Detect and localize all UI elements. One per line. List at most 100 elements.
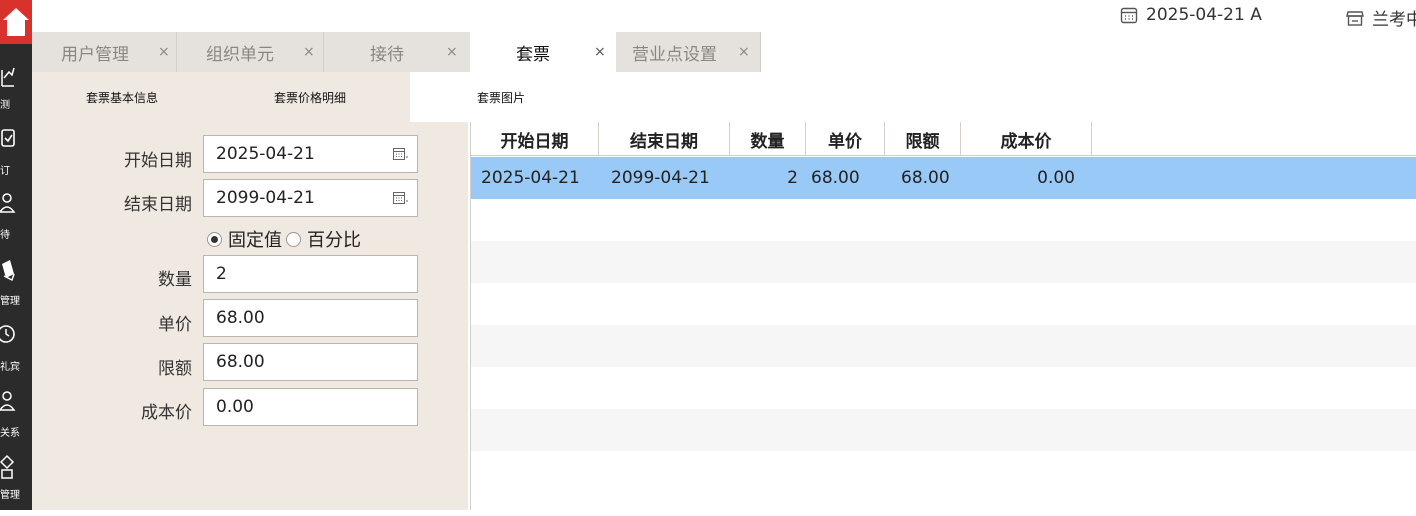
tab-label: 用户管理 (61, 44, 129, 65)
top-bar: 2025-04-21 A 兰考中 (32, 0, 1416, 32)
start-date-field[interactable]: 2025-04-21 (203, 135, 418, 173)
cell-quantity: 2 (787, 168, 798, 188)
column-header[interactable]: 结束日期 (599, 122, 730, 156)
quantity-value: 2 (216, 264, 227, 284)
end-date-label: 结束日期 (124, 195, 192, 215)
sidebar-item-clipboard[interactable]: 订 (0, 124, 32, 188)
left-sidebar: 测 订 待 管理 礼宾 关系 管理 (0, 0, 32, 510)
unit-price-value: 68.00 (216, 308, 265, 328)
limit-type-radio-group: 固定值 百分比 (207, 226, 361, 252)
home-icon (3, 8, 29, 36)
person-icon (0, 193, 16, 213)
close-icon[interactable]: × (594, 44, 606, 60)
business-date-text: 2025-04-21 A (1146, 5, 1262, 25)
cell-end-date: 2099-04-21 (611, 168, 710, 188)
empty-row (471, 451, 1416, 493)
calendar-icon[interactable] (393, 191, 409, 205)
empty-row (471, 199, 1416, 241)
subtab-images[interactable]: 套票图片 (477, 72, 525, 122)
sidebar-item-manage[interactable]: 管理 (0, 452, 32, 516)
subtab-price-detail[interactable]: 套票价格明细 (274, 72, 346, 122)
column-header[interactable]: 单价 (806, 122, 885, 156)
tab-strip-empty (761, 32, 1416, 72)
cell-cost-price: 0.00 (1037, 168, 1075, 188)
chart-icon (1, 67, 15, 87)
diamond-icon (0, 454, 15, 479)
tab-label: 营业点设置 (632, 44, 717, 65)
sidebar-item-label: 待 (0, 230, 10, 241)
limit-label: 限额 (158, 359, 192, 379)
column-header[interactable]: 数量 (730, 122, 806, 156)
calendar-icon (1120, 7, 1138, 24)
sidebar-item-label: 礼宾 (0, 362, 20, 373)
tab-user-management[interactable]: 用户管理 × (32, 32, 176, 72)
unit-price-field[interactable]: 68.00 (203, 299, 418, 337)
start-date-label: 开始日期 (124, 151, 192, 171)
tab-org-unit[interactable]: 组织单元 × (177, 32, 323, 72)
cost-price-label: 成本价 (141, 403, 192, 423)
store-name: 兰考中 (1372, 10, 1416, 30)
close-icon[interactable]: × (158, 44, 170, 60)
cost-price-field[interactable]: 0.00 (203, 388, 418, 426)
radio-percent[interactable] (286, 231, 301, 247)
column-header[interactable]: 成本价 (961, 122, 1092, 156)
end-date-field[interactable]: 2099-04-21 (203, 179, 418, 217)
limit-field[interactable]: 68.00 (203, 343, 418, 381)
tab-label: 接待 (370, 44, 404, 65)
quantity-label: 数量 (158, 270, 192, 290)
empty-row (471, 325, 1416, 367)
end-date-value: 2099-04-21 (216, 188, 315, 208)
calendar-icon[interactable] (393, 147, 409, 161)
tab-reception[interactable]: 接待 × (324, 32, 470, 72)
sidebar-item-label: 测 (0, 100, 10, 111)
price-detail-table: 开始日期 结束日期 数量 单价 限额 成本价 2025-04-21 2099-0… (470, 122, 1416, 510)
sidebar-item-label: 订 (0, 166, 10, 177)
home-button[interactable] (0, 0, 32, 44)
tab-outlet-settings[interactable]: 营业点设置 × (616, 32, 760, 72)
column-header[interactable]: 开始日期 (471, 122, 599, 156)
subtab-basic-info[interactable]: 套票基本信息 (86, 72, 158, 122)
clipboard-icon (1, 129, 15, 147)
clock-icon (0, 325, 15, 343)
sidebar-item-chart[interactable]: 测 (0, 60, 32, 124)
table-header: 开始日期 结束日期 数量 单价 限额 成本价 (471, 122, 1416, 156)
unit-price-label: 单价 (158, 315, 192, 335)
cost-price-value: 0.00 (216, 397, 254, 417)
cell-unit-price: 68.00 (811, 168, 860, 188)
empty-row (471, 409, 1416, 451)
empty-row (471, 367, 1416, 409)
close-icon[interactable]: × (738, 44, 750, 60)
tab-strip: 用户管理 × 组织单元 × 接待 × 套票 × 营业点设置 × (32, 32, 1416, 72)
quantity-field[interactable]: 2 (203, 255, 418, 293)
people-icon (0, 391, 16, 411)
radio-fixed[interactable] (207, 231, 222, 247)
column-header[interactable]: 限额 (885, 122, 961, 156)
sidebar-item-reception[interactable]: 待 (0, 188, 32, 252)
store-selector[interactable]: 兰考中 (1346, 5, 1416, 30)
price-form: 开始日期 2025-04-21 结束日期 2099-04-21 固定值 百分比 … (32, 122, 468, 510)
empty-row (471, 283, 1416, 325)
sidebar-item-label: 关系 (0, 428, 20, 439)
close-icon[interactable]: × (446, 44, 458, 60)
business-date[interactable]: 2025-04-21 A (1120, 5, 1262, 25)
cell-start-date: 2025-04-21 (481, 168, 580, 188)
start-date-value: 2025-04-21 (216, 144, 315, 164)
cards-icon (2, 260, 15, 282)
tab-label: 组织单元 (206, 44, 274, 65)
radio-fixed-label: 固定值 (228, 230, 282, 251)
empty-row (471, 241, 1416, 283)
tab-label: 套票 (516, 44, 550, 65)
limit-value: 68.00 (216, 352, 265, 372)
radio-percent-label: 百分比 (307, 230, 361, 251)
sidebar-item-cards[interactable]: 管理 (0, 256, 32, 320)
cell-limit: 68.00 (901, 168, 950, 188)
sidebar-item-label: 管理 (0, 490, 20, 501)
sidebar-item-concierge[interactable]: 礼宾 (0, 322, 32, 386)
tab-package[interactable]: 套票 × (470, 32, 616, 72)
sidebar-item-label: 管理 (0, 296, 20, 307)
sub-tabs: 套票基本信息 套票价格明细 套票图片 (32, 72, 1416, 122)
table-row[interactable]: 2025-04-21 2099-04-21 2 68.00 68.00 0.00 (471, 157, 1416, 199)
store-icon (1346, 10, 1364, 26)
close-icon[interactable]: × (303, 44, 315, 60)
sidebar-item-relations[interactable]: 关系 (0, 388, 32, 452)
